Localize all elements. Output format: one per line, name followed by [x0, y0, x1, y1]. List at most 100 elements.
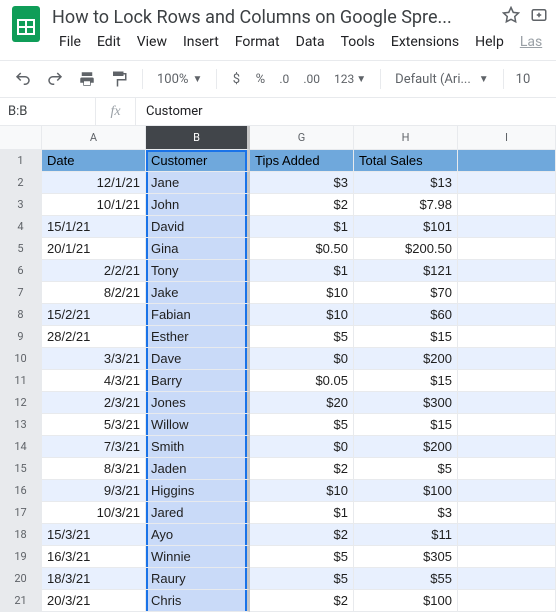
cell[interactable]: $1: [250, 260, 354, 282]
cell[interactable]: $60: [354, 304, 458, 326]
cell[interactable]: Jared: [146, 502, 250, 524]
redo-button[interactable]: [40, 66, 70, 92]
cell[interactable]: 7/3/21: [42, 436, 146, 458]
cell[interactable]: $70: [354, 282, 458, 304]
cell[interactable]: $121: [354, 260, 458, 282]
cell[interactable]: [458, 392, 556, 414]
cell[interactable]: $5: [250, 568, 354, 590]
cell[interactable]: [458, 260, 556, 282]
cell[interactable]: $5: [250, 414, 354, 436]
row-header[interactable]: 3: [0, 194, 42, 216]
row-header[interactable]: 13: [0, 414, 42, 436]
menu-insert[interactable]: Insert: [176, 30, 226, 54]
cell[interactable]: $200: [354, 436, 458, 458]
cell[interactable]: Tony: [146, 260, 250, 282]
increase-decimal-button[interactable]: .00: [297, 66, 326, 92]
cell[interactable]: 20/1/21: [42, 238, 146, 260]
cell[interactable]: Total Sales: [354, 150, 458, 172]
cell[interactable]: 2/3/21: [42, 392, 146, 414]
row-header[interactable]: 19: [0, 546, 42, 568]
cell[interactable]: 5/3/21: [42, 414, 146, 436]
cell[interactable]: $55: [354, 568, 458, 590]
row-header[interactable]: 8: [0, 304, 42, 326]
cell[interactable]: $0.05: [250, 370, 354, 392]
cell[interactable]: $15: [354, 370, 458, 392]
cell[interactable]: [458, 480, 556, 502]
cell[interactable]: $2: [250, 590, 354, 612]
menu-data[interactable]: Data: [289, 30, 332, 54]
menu-help[interactable]: Help: [468, 30, 511, 54]
print-button[interactable]: [72, 66, 102, 92]
cell[interactable]: $200: [354, 348, 458, 370]
cell[interactable]: $0.50: [250, 238, 354, 260]
cell[interactable]: [458, 238, 556, 260]
cell[interactable]: [458, 194, 556, 216]
cell[interactable]: [458, 304, 556, 326]
cell[interactable]: $2: [250, 458, 354, 480]
paint-format-button[interactable]: [104, 66, 134, 92]
col-header-h[interactable]: H: [354, 126, 458, 150]
menu-format[interactable]: Format: [228, 30, 287, 54]
name-box[interactable]: B:B: [0, 98, 96, 125]
row-header[interactable]: 7: [0, 282, 42, 304]
select-all-corner[interactable]: [0, 126, 42, 150]
cell[interactable]: Customer: [146, 150, 250, 172]
cell[interactable]: 28/2/21: [42, 326, 146, 348]
row-header[interactable]: 11: [0, 370, 42, 392]
cell[interactable]: [458, 458, 556, 480]
cell[interactable]: $11: [354, 524, 458, 546]
move-icon[interactable]: [530, 6, 548, 28]
sheets-logo[interactable]: [8, 6, 44, 42]
cell[interactable]: $10: [250, 480, 354, 502]
zoom-select[interactable]: 100% ▼: [151, 72, 208, 87]
row-header[interactable]: 5: [0, 238, 42, 260]
cell[interactable]: $100: [354, 480, 458, 502]
cell[interactable]: Tips Added: [250, 150, 354, 172]
menu-edit[interactable]: Edit: [90, 30, 128, 54]
document-title[interactable]: How to Lock Rows and Columns on Google S…: [52, 7, 494, 28]
row-header[interactable]: 10: [0, 348, 42, 370]
cell[interactable]: 12/1/21: [42, 172, 146, 194]
cell[interactable]: 8/3/21: [42, 458, 146, 480]
cell[interactable]: [458, 172, 556, 194]
row-header[interactable]: 12: [0, 392, 42, 414]
cell[interactable]: Jane: [146, 172, 250, 194]
row-header[interactable]: 14: [0, 436, 42, 458]
cell[interactable]: David: [146, 216, 250, 238]
cell[interactable]: $1: [250, 502, 354, 524]
cell[interactable]: $0: [250, 436, 354, 458]
cell[interactable]: $0: [250, 348, 354, 370]
cell[interactable]: $305: [354, 546, 458, 568]
cell[interactable]: 15/2/21: [42, 304, 146, 326]
cell[interactable]: [458, 546, 556, 568]
row-header[interactable]: 6: [0, 260, 42, 282]
cell[interactable]: $100: [354, 590, 458, 612]
cell[interactable]: Dave: [146, 348, 250, 370]
cell[interactable]: Jake: [146, 282, 250, 304]
cell[interactable]: 2/2/21: [42, 260, 146, 282]
col-header-a[interactable]: A: [42, 126, 146, 150]
cell[interactable]: [458, 216, 556, 238]
cell[interactable]: Ayo: [146, 524, 250, 546]
cell[interactable]: Raury: [146, 568, 250, 590]
cell[interactable]: $1: [250, 216, 354, 238]
cell[interactable]: John: [146, 194, 250, 216]
cell[interactable]: Chris: [146, 590, 250, 612]
row-header[interactable]: 18: [0, 524, 42, 546]
col-header-i[interactable]: I: [458, 126, 556, 150]
cell[interactable]: 3/3/21: [42, 348, 146, 370]
menu-tools[interactable]: Tools: [334, 30, 382, 54]
cell[interactable]: $3: [250, 172, 354, 194]
cell[interactable]: 18/3/21: [42, 568, 146, 590]
cell[interactable]: [458, 150, 556, 172]
cell[interactable]: Barry: [146, 370, 250, 392]
col-header-g[interactable]: G: [250, 126, 354, 150]
cell[interactable]: $3: [354, 502, 458, 524]
cell[interactable]: [458, 568, 556, 590]
cell[interactable]: 15/1/21: [42, 216, 146, 238]
cell[interactable]: [458, 590, 556, 612]
cell[interactable]: [458, 524, 556, 546]
cell[interactable]: $15: [354, 414, 458, 436]
cell[interactable]: $2: [250, 524, 354, 546]
row-header[interactable]: 20: [0, 568, 42, 590]
